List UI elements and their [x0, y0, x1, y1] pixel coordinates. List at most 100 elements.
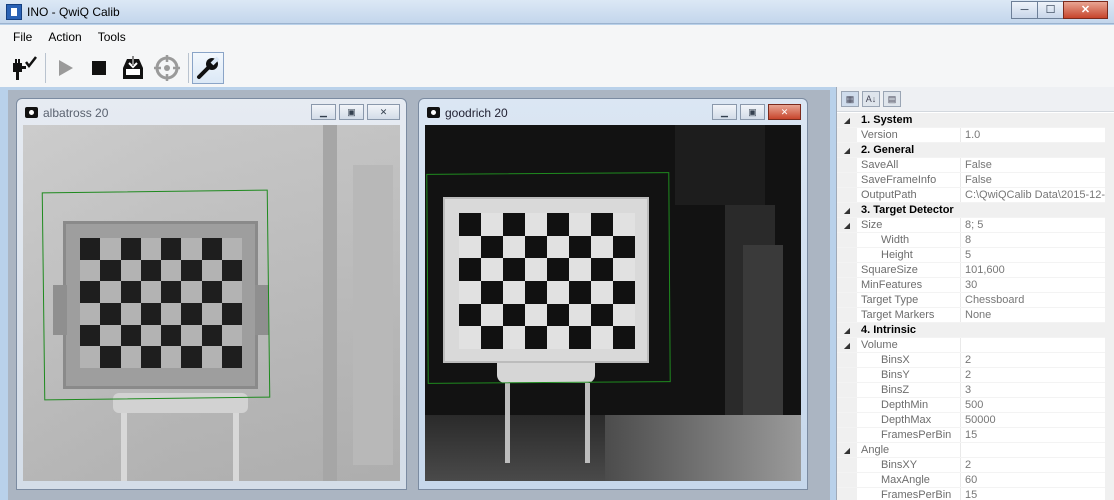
minimize-button[interactable]: ─ [1011, 1, 1038, 19]
property-row[interactable]: BinsY 2 [837, 368, 1114, 383]
stop-button[interactable] [83, 52, 115, 84]
title-bar: INO - QwiQ Calib ─ ☐ ✕ [0, 0, 1114, 24]
property-value[interactable]: None [961, 308, 1114, 322]
camera-minimize-button[interactable]: ▁ [311, 104, 336, 120]
property-name: FramesPerBin [857, 488, 961, 500]
property-category[interactable]: ◢ 3. Target Detector [837, 203, 1114, 218]
row-gutter [837, 293, 857, 307]
target-button[interactable] [151, 52, 183, 84]
property-row[interactable]: Width 8 [837, 233, 1114, 248]
camera-restore-button[interactable]: ▣ [740, 104, 765, 120]
collapse-triangle-icon[interactable]: ◢ [837, 443, 857, 457]
property-value[interactable]: 8; 5 [961, 218, 1114, 232]
property-value[interactable]: 1.0 [961, 128, 1114, 142]
collapse-triangle-icon[interactable]: ◢ [837, 143, 857, 157]
toolbar-separator [45, 53, 46, 83]
property-value[interactable] [961, 338, 1114, 352]
camera-minimize-button[interactable]: ▁ [712, 104, 737, 120]
property-value[interactable]: 8 [961, 233, 1114, 247]
property-row[interactable]: BinsZ 3 [837, 383, 1114, 398]
row-gutter [837, 233, 857, 247]
camera-window-titlebar[interactable]: goodrich 20 ▁ ▣ ✕ [425, 99, 801, 125]
menu-tools[interactable]: Tools [98, 30, 126, 44]
camera-feed-albatross[interactable] [23, 125, 400, 481]
property-value[interactable]: 500 [961, 398, 1114, 412]
save-frames-button[interactable] [117, 52, 149, 84]
property-value[interactable]: False [961, 158, 1114, 172]
settings-button[interactable] [192, 52, 224, 84]
property-category[interactable]: ◢ 1. System [837, 113, 1114, 128]
property-value[interactable]: 101,600 [961, 263, 1114, 277]
property-row[interactable]: ◢ Size 8; 5 [837, 218, 1114, 233]
maximize-button[interactable]: ☐ [1037, 1, 1064, 19]
property-row[interactable]: Height 5 [837, 248, 1114, 263]
property-value[interactable]: Chessboard [961, 293, 1114, 307]
property-row[interactable]: DepthMax 50000 [837, 413, 1114, 428]
camera-close-button[interactable]: ✕ [768, 104, 801, 120]
row-gutter [837, 278, 857, 292]
close-button[interactable]: ✕ [1063, 1, 1108, 19]
property-value[interactable] [961, 443, 1114, 457]
camera-icon [25, 107, 38, 118]
property-value[interactable]: False [961, 173, 1114, 187]
property-row[interactable]: BinsX 2 [837, 353, 1114, 368]
connect-button[interactable] [8, 52, 40, 84]
property-row[interactable]: FramesPerBin 15 [837, 488, 1114, 500]
property-value[interactable]: 2 [961, 368, 1114, 382]
camera-window-albatross[interactable]: albatross 20 ▁ ▣ ✕ [16, 98, 407, 490]
property-row[interactable]: DepthMin 500 [837, 398, 1114, 413]
property-row[interactable]: SaveFrameInfo False [837, 173, 1114, 188]
collapse-triangle-icon[interactable]: ◢ [837, 338, 857, 352]
play-button[interactable] [49, 52, 81, 84]
property-pages-button[interactable]: ▤ [883, 91, 901, 107]
property-value[interactable]: 2 [961, 458, 1114, 472]
camera-window-goodrich[interactable]: goodrich 20 ▁ ▣ ✕ [418, 98, 808, 490]
property-name: DepthMin [857, 398, 961, 412]
property-row[interactable]: MinFeatures 30 [837, 278, 1114, 293]
property-row[interactable]: Target Type Chessboard [837, 293, 1114, 308]
property-row[interactable]: SaveAll False [837, 158, 1114, 173]
collapse-triangle-icon[interactable]: ◢ [837, 323, 857, 337]
property-value[interactable]: 3 [961, 383, 1114, 397]
row-gutter [837, 398, 857, 412]
category-label: 2. General [861, 144, 915, 156]
property-value[interactable]: 5 [961, 248, 1114, 262]
collapse-triangle-icon[interactable]: ◢ [837, 113, 857, 127]
category-label: 4. Intrinsic [861, 324, 917, 336]
property-value[interactable]: 2 [961, 353, 1114, 367]
menu-bar: File Action Tools [0, 25, 1114, 49]
property-row[interactable]: BinsXY 2 [837, 458, 1114, 473]
menu-file[interactable]: File [13, 30, 32, 44]
scene-stand-leg [233, 413, 239, 481]
camera-close-button[interactable]: ✕ [367, 104, 400, 120]
property-row[interactable]: SquareSize 101,600 [837, 263, 1114, 278]
property-row[interactable]: Target Markers None [837, 308, 1114, 323]
property-value[interactable]: 15 [961, 428, 1114, 442]
camera-feed-goodrich[interactable] [425, 125, 801, 481]
property-row[interactable]: MaxAngle 60 [837, 473, 1114, 488]
property-row[interactable]: FramesPerBin 15 [837, 428, 1114, 443]
camera-window-titlebar[interactable]: albatross 20 ▁ ▣ ✕ [23, 99, 400, 125]
property-value[interactable]: C:\QwiQCalib Data\2015-12-10 [961, 188, 1114, 202]
property-value[interactable]: 50000 [961, 413, 1114, 427]
property-grid-scrollbar[interactable] [1105, 118, 1114, 500]
menu-action[interactable]: Action [48, 30, 81, 44]
row-gutter [837, 308, 857, 322]
property-row[interactable]: ◢ Angle [837, 443, 1114, 458]
collapse-triangle-icon[interactable]: ◢ [837, 218, 857, 232]
alphabetical-sort-button[interactable]: A↓ [862, 91, 880, 107]
property-value[interactable]: 15 [961, 488, 1114, 500]
row-gutter [837, 173, 857, 187]
property-value[interactable]: 60 [961, 473, 1114, 487]
wrench-icon [197, 56, 220, 79]
property-row[interactable]: OutputPath C:\QwiQCalib Data\2015-12-10 [837, 188, 1114, 203]
property-category[interactable]: ◢ 2. General [837, 143, 1114, 158]
app-icon [6, 4, 22, 20]
property-row[interactable]: Version 1.0 [837, 128, 1114, 143]
collapse-triangle-icon[interactable]: ◢ [837, 203, 857, 217]
categorized-view-button[interactable]: ▦ [841, 91, 859, 107]
property-row[interactable]: ◢ Volume [837, 338, 1114, 353]
camera-restore-button[interactable]: ▣ [339, 104, 364, 120]
property-value[interactable]: 30 [961, 278, 1114, 292]
property-category[interactable]: ◢ 4. Intrinsic [837, 323, 1114, 338]
